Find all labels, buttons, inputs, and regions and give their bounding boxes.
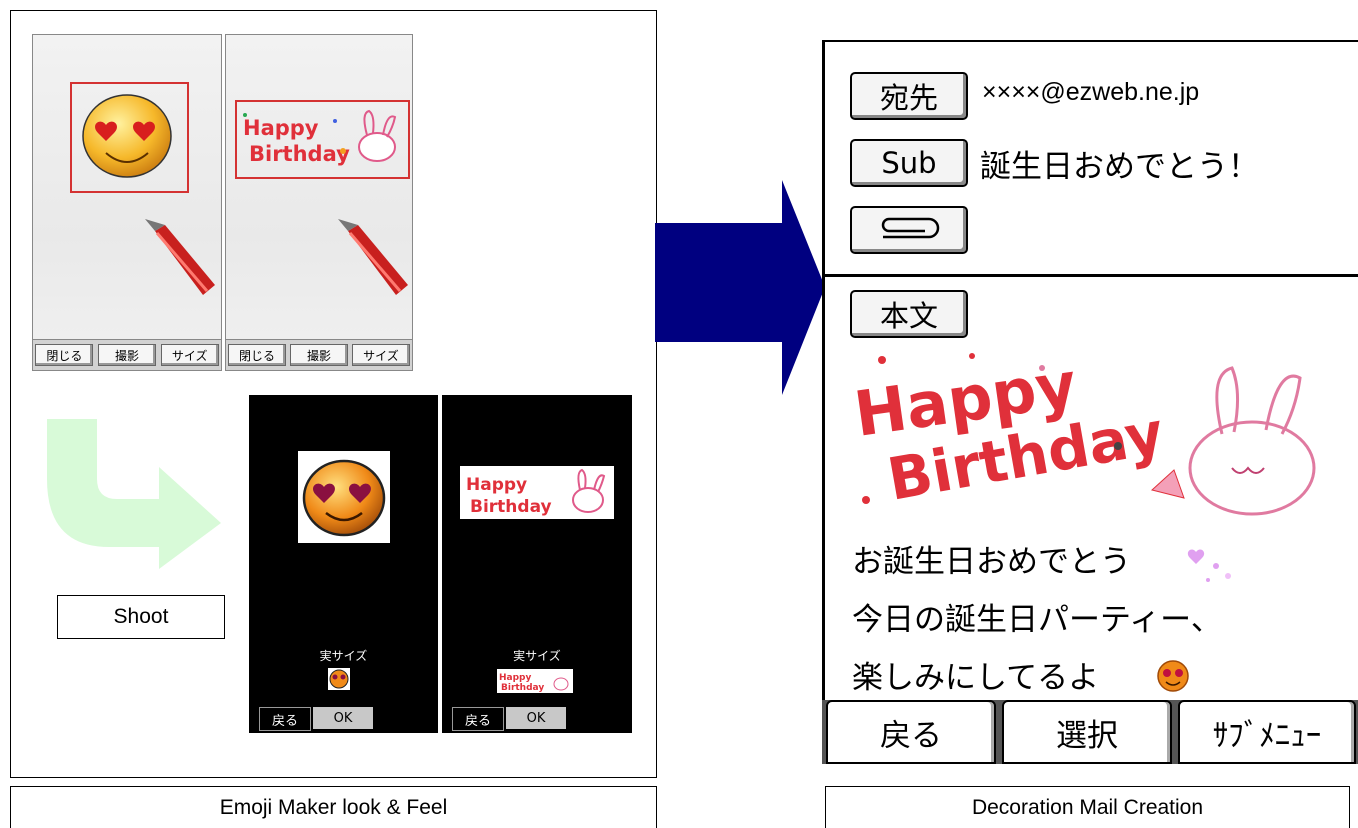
decoration-mail-caption: Decoration Mail Creation [825,786,1350,828]
svg-text:Birthday: Birthday [470,497,552,517]
preview-image-box [298,451,390,543]
emoji-maker-panel: 閉じる 撮影 サイズ Happy Birthday 閉じる 撮影 サイズ Sho… [10,10,657,778]
bottom-softkey-bar: 戻る 選択 ｻﾌﾞﾒﾆｭｰ [822,700,1358,764]
size-key[interactable]: サイズ [352,344,410,366]
red-pen-image [338,219,408,295]
attach-button[interactable] [850,206,968,254]
back-key[interactable]: 戻る [826,700,996,764]
svg-text:Happy: Happy [243,116,319,140]
body-line-1: お誕生日おめでとう [852,544,1131,580]
svg-text:Happy: Happy [466,475,527,495]
actual-size-thumbnail [328,668,350,690]
emoji-maker-caption: Emoji Maker look & Feel [10,786,657,828]
paperclip-icon [881,217,940,239]
curved-arrow-icon [47,419,221,569]
subject-text[interactable]: 誕生日おめでとう！ [980,141,1259,186]
body-line-3: 楽しみにしてるよ [852,660,1100,696]
heart-eyes-smiley-icon [302,459,386,537]
subject-button[interactable]: Sub [850,139,968,187]
happy-birthday-rabbit-sticker: Happy Birthday [243,109,397,166]
back-key[interactable]: 戻る [452,707,504,731]
shoot-key[interactable]: 撮影 [97,344,156,366]
close-key[interactable]: 閉じる [35,344,94,366]
select-key[interactable]: 選択 [1002,700,1172,764]
actual-size-thumbnail: Happy Birthday [497,669,573,693]
svg-text:Birthday: Birthday [501,683,544,693]
close-key[interactable]: 閉じる [228,344,286,366]
to-address[interactable]: ××××@ezweb.ne.jp [982,78,1199,107]
happy-birthday-rabbit-sticker: Happy Birthday [499,673,569,693]
camera-softkey-bar: 閉じる 撮影 サイズ [226,339,412,370]
shoot-key[interactable]: 撮影 [290,344,348,366]
camera-screen-emoji: 閉じる 撮影 サイズ [32,34,222,371]
heart-eyes-smiley-icon [329,669,349,689]
preview-image-box: Happy Birthday [460,466,614,519]
submenu-key[interactable]: ｻﾌﾞﾒﾆｭｰ [1178,700,1356,764]
svg-text:Birthday: Birthday [249,142,350,166]
svg-text:Happy: Happy [499,673,531,683]
happy-birthday-rabbit-sticker: Happy Birthday [852,350,1316,516]
body-button[interactable]: 本文 [850,290,968,338]
big-arrow-icon [655,180,825,395]
back-key[interactable]: 戻る [259,707,311,731]
body-line-2: 今日の誕生日パーティー、 [852,602,1222,638]
camera-screen-sticker: Happy Birthday 閉じる 撮影 サイズ [225,34,413,371]
heart-eyes-smiley-icon [82,94,172,178]
ok-key[interactable]: OK [313,707,373,729]
camera-softkey-bar: 閉じる 撮影 サイズ [33,339,221,370]
left-edge-line [822,42,825,732]
actual-size-label: 実サイズ [319,649,368,663]
decoration-mail-screen: 宛先 ××××@ezweb.ne.jp Sub 誕生日おめでとう！ 本文 Hap… [822,40,1358,764]
preview-screen-sticker: Happy Birthday 実サイズ Happy Birthday 戻る OK [442,395,632,733]
header-divider [822,274,1358,277]
shoot-label: Shoot [57,595,225,639]
ok-key[interactable]: OK [506,707,566,729]
happy-birthday-rabbit-sticker: Happy Birthday [466,468,606,517]
actual-size-label: 実サイズ [513,649,561,663]
heart-eyes-smiley-icon [1157,660,1189,692]
red-pen-image [145,219,215,295]
sparkle-hearts-icon [1187,549,1231,582]
size-key[interactable]: サイズ [160,344,219,366]
preview-screen-emoji: 実サイズ 戻る OK [249,395,438,733]
to-button[interactable]: 宛先 [850,72,968,120]
